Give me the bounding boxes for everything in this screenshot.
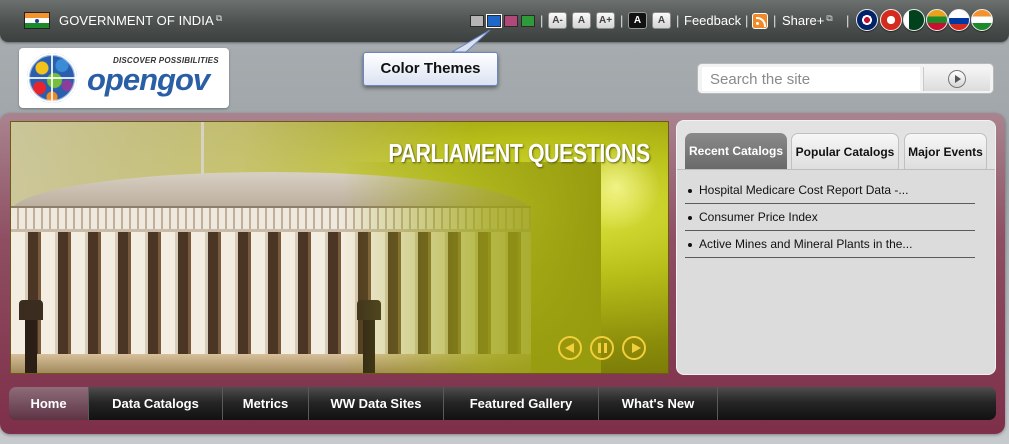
theme-maroon-swatch[interactable] (504, 15, 518, 27)
tab-popular-catalogs[interactable]: Popular Catalogs (791, 133, 899, 169)
tab-major-events[interactable]: Major Events (904, 133, 987, 169)
nav-data-catalogs[interactable]: Data Catalogs (89, 387, 223, 420)
theme-blue-swatch[interactable] (486, 14, 502, 28)
catalog-tabs: Recent Catalogs Popular Catalogs Major E… (677, 121, 995, 170)
separator: | (773, 13, 777, 28)
nav-ww-data-sites[interactable]: WW Data Sites (309, 387, 444, 420)
separator: | (620, 13, 624, 28)
government-of-india-label: GOVERNMENT OF INDIA (59, 13, 214, 28)
pause-slideshow-button[interactable] (590, 336, 614, 360)
nav-whats-new[interactable]: What's New (599, 387, 718, 420)
catalogs-widget: Recent Catalogs Popular Catalogs Major E… (676, 120, 996, 375)
catalog-item[interactable]: Consumer Price Index (685, 204, 975, 231)
search-button[interactable] (923, 67, 990, 91)
color-themes-tooltip: Color Themes (363, 52, 498, 86)
external-link-icon: ⧉ (215, 13, 223, 23)
search-input[interactable] (702, 67, 920, 91)
catalog-item[interactable]: Active Mines and Mineral Plants in the..… (685, 231, 975, 258)
urdu-flag-icon[interactable] (903, 9, 925, 31)
font-decrease-button[interactable]: A- (548, 12, 567, 29)
top-bar: GOVERNMENT OF INDIA ⧉ | A- A A+ | A A | F… (0, 0, 1009, 42)
english-flag-icon[interactable] (856, 9, 878, 31)
hindi-flag-icon[interactable] (971, 9, 993, 31)
search-box (697, 63, 994, 94)
nav-featured-gallery[interactable]: Featured Gallery (444, 387, 599, 420)
catalog-item[interactable]: Hospital Medicare Cost Report Data -... (685, 177, 975, 204)
separator: | (745, 13, 749, 28)
separator: | (540, 13, 544, 28)
theme-grey-swatch[interactable] (470, 15, 484, 27)
india-flag-icon (24, 12, 50, 29)
opengov-logo[interactable]: DISCOVER POSSIBILITIES opengov (19, 48, 229, 108)
separator: | (676, 13, 680, 28)
tab-recent-catalogs[interactable]: Recent Catalogs (685, 133, 787, 169)
main-panel: PARLIAMENT QUESTIONS Recent Catalogs Pop… (0, 113, 1005, 434)
tooltip-pointer (451, 30, 491, 52)
russian-flag-icon[interactable] (948, 9, 970, 31)
nav-home[interactable]: Home (9, 387, 89, 420)
separator: | (846, 13, 850, 28)
arrow-right-icon (948, 70, 966, 88)
government-of-india-link[interactable]: GOVERNMENT OF INDIA ⧉ (59, 13, 222, 28)
external-link-icon: ⧉ (826, 13, 833, 23)
share-label: Share+ (782, 13, 825, 28)
recent-catalog-list: Hospital Medicare Cost Report Data -... … (685, 177, 975, 258)
theme-green-swatch[interactable] (521, 15, 535, 27)
rss-icon[interactable] (752, 13, 768, 29)
previous-slide-button[interactable] (558, 336, 582, 360)
telugu-flag-icon[interactable] (926, 9, 948, 31)
share-link[interactable]: Share+ ⧉ (782, 13, 833, 28)
banner-title: PARLIAMENT QUESTIONS (388, 138, 651, 168)
feedback-link[interactable]: Feedback (684, 13, 741, 28)
normal-contrast-button[interactable]: A (652, 12, 671, 29)
lamp-post (19, 300, 43, 373)
high-contrast-button[interactable]: A (628, 12, 647, 29)
featured-banner[interactable]: PARLIAMENT QUESTIONS (10, 121, 669, 374)
swiss-cross-icon[interactable] (880, 9, 902, 31)
logo-name: opengov (87, 62, 210, 97)
next-slide-button[interactable] (622, 336, 646, 360)
nav-metrics[interactable]: Metrics (223, 387, 309, 420)
font-normal-button[interactable]: A (572, 12, 591, 29)
main-navigation: Home Data Catalogs Metrics WW Data Sites… (9, 387, 996, 420)
font-increase-button[interactable]: A+ (596, 12, 615, 29)
